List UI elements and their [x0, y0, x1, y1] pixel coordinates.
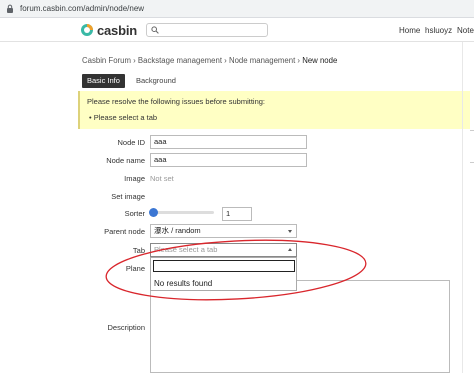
alert-issue-item: • Please select a tab: [89, 113, 158, 122]
image-value: Not set: [150, 174, 174, 183]
sidebar-divider: [470, 130, 474, 131]
set-image-label: Set image: [111, 192, 145, 201]
site-logo[interactable]: casbin: [80, 22, 137, 38]
parent-node-label: Parent node: [104, 227, 145, 236]
tab-background[interactable]: Background: [131, 74, 181, 88]
nav-notes-link[interactable]: Notes: [457, 26, 474, 35]
tab-dropdown-panel: No results found: [150, 257, 297, 291]
tab-select[interactable]: Please select a tab: [150, 243, 297, 257]
search-input[interactable]: [146, 23, 268, 37]
sorter-label: Sorter: [124, 209, 145, 218]
node-name-input[interactable]: aaa: [150, 153, 307, 167]
no-results-message: No results found: [154, 279, 213, 288]
sorter-slider[interactable]: [152, 211, 214, 214]
search-icon: [151, 26, 159, 34]
validation-alert: Please resolve the following issues befo…: [78, 91, 470, 129]
sorter-slider-handle[interactable]: [149, 208, 158, 217]
breadcrumb: Casbin Forum › Backstage management › No…: [82, 56, 338, 65]
nav-home-link[interactable]: Home: [399, 26, 420, 35]
breadcrumb-item-backstage[interactable]: Backstage management: [138, 56, 222, 65]
url-text[interactable]: forum.casbin.com/admin/node/new: [20, 4, 144, 13]
description-label: Description: [107, 323, 145, 332]
chevron-down-icon: [288, 230, 292, 233]
tab-dropdown-search-input[interactable]: [153, 260, 295, 272]
image-label: Image: [124, 174, 145, 183]
site-header: casbin Home hsluoyz Notes: [0, 18, 474, 42]
sidebar-divider: [470, 162, 474, 163]
lock-icon: [7, 4, 13, 13]
alert-message: Please resolve the following issues befo…: [87, 97, 266, 106]
nav-user-link[interactable]: hsluoyz: [425, 26, 452, 35]
sorter-input[interactable]: 1: [222, 207, 252, 221]
description-textarea[interactable]: [150, 280, 450, 373]
breadcrumb-current: New node: [302, 56, 338, 65]
tab-label: Tab: [132, 246, 145, 255]
form-tabs: Basic Info Background: [82, 74, 187, 88]
parent-node-select[interactable]: 瀑水 / random: [150, 224, 297, 238]
node-id-input[interactable]: aaa: [150, 135, 307, 149]
node-id-label: Node ID: [117, 138, 145, 147]
casbin-logo-icon: [81, 24, 93, 36]
node-name-label: Node name: [106, 156, 145, 165]
tab-basic-info[interactable]: Basic Info: [82, 74, 125, 88]
sidebar-edge: [462, 42, 474, 373]
plane-label: Plane: [125, 264, 145, 273]
browser-url-bar[interactable]: forum.casbin.com/admin/node/new: [0, 0, 474, 18]
breadcrumb-item-forum[interactable]: Casbin Forum: [82, 56, 131, 65]
logo-text: casbin: [97, 22, 137, 38]
breadcrumb-item-node-management[interactable]: Node management: [229, 56, 295, 65]
chevron-up-icon: [288, 248, 292, 251]
parent-node-selected: 瀑水 / random: [154, 226, 201, 235]
tab-select-placeholder: Please select a tab: [154, 245, 218, 254]
